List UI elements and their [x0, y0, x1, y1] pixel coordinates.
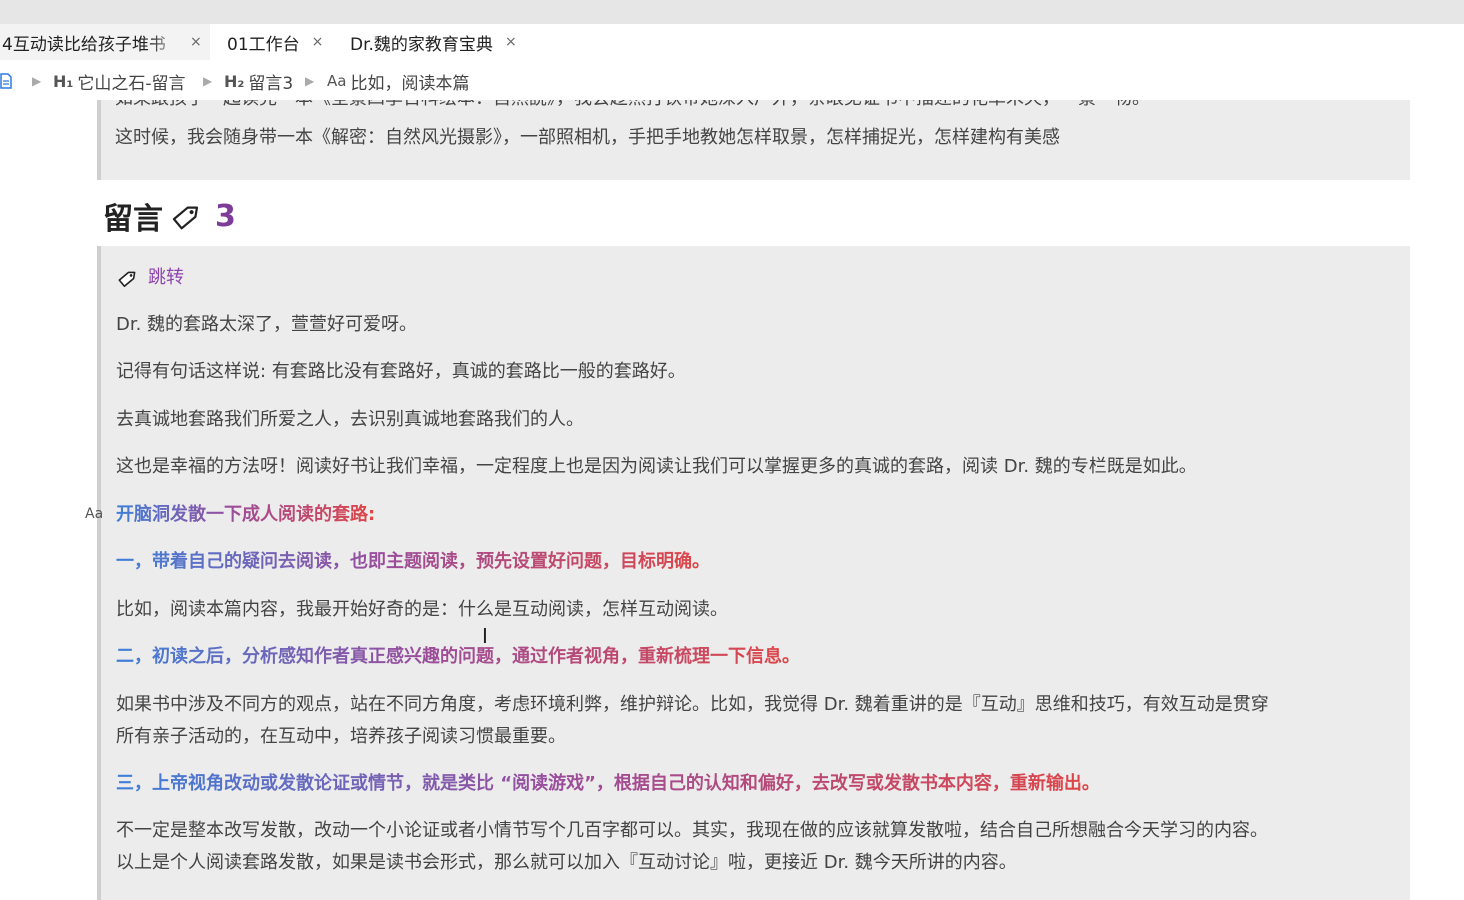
- comment-paragraph: 记得有句话这样说: 有套路比没有套路好，真诚的套路比一般的套路好。: [116, 361, 686, 382]
- tab-document-1[interactable]: 4互动读比给孩子堆书 ×: [0, 24, 210, 60]
- comment-paragraph: 以上是个人阅读套路发散，如果是读书会形式，那么就可以加入『互动讨论』啦，更接近 …: [116, 852, 1017, 873]
- quote-text: 这时候，我会随身带一本《解密：自然风光摄影》，一部照相机，手把手地教她怎样取景，…: [115, 127, 1060, 148]
- comment-paragraph: 不一定是整本改写发散，改动一个小论证或者小情节写个几百字都可以。其实，我现在做的…: [116, 820, 1268, 841]
- close-icon[interactable]: ×: [312, 34, 324, 50]
- comment-block: 跳转 Dr. 魏的套路太深了，萱萱好可爱呀。 记得有句话这样说: 有套路比没有套…: [97, 246, 1410, 900]
- highlight-text: 二，初读之后，分析感知作者真正感兴趣的问题，通过作者视角，重新梳理一下信息。: [116, 646, 800, 667]
- tag-icon: [172, 206, 199, 230]
- comment-highlight-heading: 开脑洞发散一下成人阅读的套路:: [116, 499, 375, 531]
- close-icon[interactable]: ×: [190, 34, 202, 50]
- comment-paragraph: 所有亲子活动的，在互动中，培养孩子阅读习惯最重要。: [116, 726, 566, 747]
- close-icon[interactable]: ×: [505, 34, 517, 50]
- tag-icon: [118, 271, 136, 288]
- quote-text: 如果跟孩子一起读完一本《全景四季百科绘本：自然說》，我会趁然打铁带她深入户外，亲…: [115, 100, 1150, 110]
- paragraph-icon: Aa: [327, 72, 347, 90]
- comment-highlight-heading: 二，初读之后，分析感知作者真正感兴趣的问题，通过作者视角，重新梳理一下信息。: [116, 641, 800, 673]
- highlight-text: 三，上帝视角改动或发散论证或情节，就是类比 “阅读游戏”，根据自己的认知和偏好，…: [116, 773, 1100, 794]
- chevron-right-icon: ▶: [203, 74, 213, 88]
- tab-label: 01工作台: [227, 34, 300, 55]
- breadcrumb-item-paragraph[interactable]: Aa 比如，阅读本篇: [327, 69, 469, 94]
- comment-paragraph: 这也是幸福的方法呀！阅读好书让我们幸福，一定程度上也是因为阅读让我们可以掌握更多…: [116, 456, 1197, 477]
- tab-document-2[interactable]: 01工作台 ×: [227, 24, 323, 60]
- tab-document-3[interactable]: Dr.魏的家教育宝典 ×: [350, 24, 517, 60]
- highlight-text: 开脑洞发散一下成人阅读的套路:: [116, 504, 376, 525]
- breadcrumb-label: 比如，阅读本篇: [350, 73, 470, 94]
- breadcrumb: ▶ H₁ 它山之石-留言 ▶ H₂ 留言3 ▶ Aa 比如，阅读本篇: [0, 62, 1464, 100]
- title-bar: [0, 0, 1464, 24]
- comment-paragraph: Dr. 魏的套路太深了，萱萱好可爱呀。: [116, 314, 418, 335]
- blockquote: 如果跟孩子一起读完一本《全景四季百科绘本：自然說》，我会趁然打铁带她深入户外，亲…: [97, 100, 1410, 180]
- highlight-text: 一，带着自己的疑问去阅读，也即主题阅读，预先设置好问题，目标明确。: [116, 551, 710, 572]
- jump-link[interactable]: 跳转: [116, 262, 184, 294]
- chevron-right-icon: ▶: [305, 74, 315, 88]
- chevron-right-icon: ▶: [32, 74, 42, 88]
- comment-paragraph: 去真诚地套路我们所爱之人，去识别真诚地套路我们的人。: [116, 409, 584, 430]
- tab-bar: 4互动读比给孩子堆书 × 01工作台 × Dr.魏的家教育宝典 ×: [0, 24, 1464, 60]
- comment-highlight-heading: 一，带着自己的疑问去阅读，也即主题阅读，预先设置好问题，目标明确。: [116, 546, 710, 578]
- heading-text: 留言: [103, 202, 163, 237]
- section-heading: 留言 3: [103, 194, 236, 238]
- breadcrumb-item-h1[interactable]: H₁ 它山之石-留言: [53, 69, 186, 94]
- heading-number: 3: [215, 198, 236, 234]
- heading-1-icon: H₁: [53, 71, 74, 91]
- tab-label: Dr.魏的家教育宝典: [350, 34, 493, 55]
- comment-paragraph: 如果书中涉及不同方的观点，站在不同方角度，考虑环境利弊，维护辩论。比如，我觉得 …: [116, 694, 1269, 715]
- breadcrumb-item-h2[interactable]: H₂ 留言3: [224, 69, 293, 94]
- breadcrumb-label: 留言3: [248, 73, 294, 94]
- editor-content[interactable]: 如果跟孩子一起读完一本《全景四季百科绘本：自然說》，我会趁然打铁带她深入户外，亲…: [0, 100, 1464, 900]
- breadcrumb-label: 它山之石-留言: [77, 73, 186, 94]
- text-cursor-icon: I: [482, 624, 488, 648]
- comment-paragraph: 比如，阅读本篇内容，我最开始好奇的是：什么是互动阅读，怎样互动阅读。: [116, 599, 728, 620]
- heading-2-icon: H₂: [224, 71, 245, 91]
- comment-highlight-heading: 三，上帝视角改动或发散论证或情节，就是类比 “阅读游戏”，根据自己的认知和偏好，…: [116, 768, 1100, 800]
- tab-label: 4互动读比给孩子堆书: [2, 34, 166, 55]
- block-type-handle[interactable]: Aa: [85, 506, 103, 522]
- document-icon[interactable]: [0, 73, 12, 89]
- jump-label[interactable]: 跳转: [148, 262, 184, 294]
